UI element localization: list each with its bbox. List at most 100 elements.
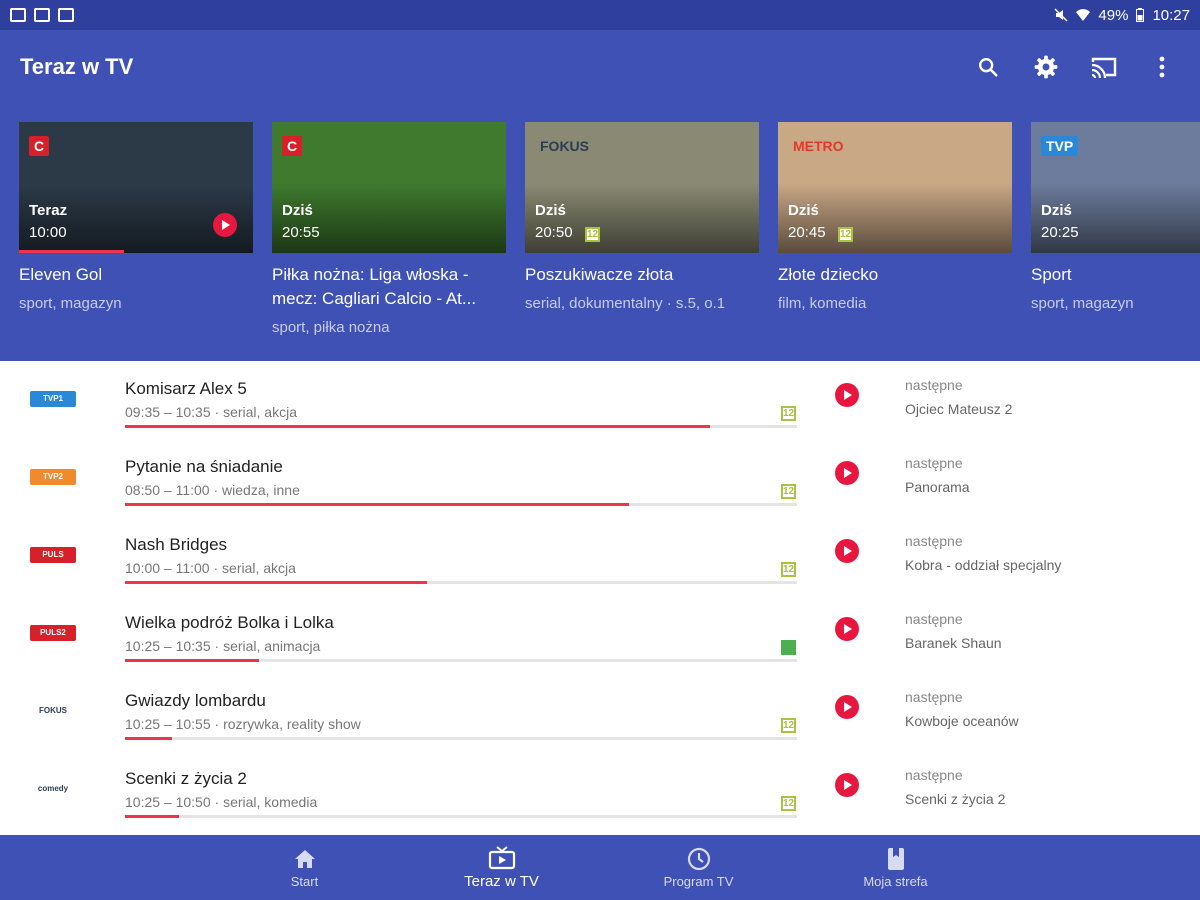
featured-card[interactable]: FOKUS Dziś 20:50 12 Poszukiwacze złota s… (525, 122, 759, 336)
featured-card-genre: sport, magazyn (19, 295, 122, 312)
program-row[interactable]: FOKUS Gwiazdy lombardu 10:25 – 10:55 · r… (0, 673, 1200, 751)
program-progress-track (125, 659, 797, 662)
program-title: Wielka podróż Bolka i Lolka (125, 613, 334, 632)
page-title: Teraz w TV (20, 54, 134, 79)
air-day-label: Dziś (282, 202, 313, 219)
program-time-genre: 10:25 – 10:35 · serial, animacja (125, 638, 321, 654)
system-status: 49% 10:27 (1054, 7, 1190, 24)
nav-item-home[interactable]: Start (206, 835, 403, 900)
featured-card-genre: sport, piłka nożna (272, 319, 390, 336)
play-icon (844, 624, 852, 634)
featured-card[interactable]: C Teraz 10:00 Eleven Gol sport, magazyn (19, 122, 253, 336)
program-list[interactable]: TVP1 Komisarz Alex 5 09:35 – 10:35 · ser… (0, 361, 1200, 835)
featured-card[interactable]: METRO Dziś 20:45 12 Złote dziecko film, … (778, 122, 1012, 336)
progress-bar (19, 250, 125, 253)
age-rating-badge (781, 640, 796, 655)
age-rating-badge: 12 (838, 227, 853, 242)
next-program-title: Panorama (905, 479, 970, 495)
program-title: Nash Bridges (125, 535, 228, 554)
channel-logo: C (29, 136, 50, 156)
program-row[interactable]: comedy Scenki z życia 2 10:25 – 10:50 · … (0, 751, 1200, 829)
program-progress-fill (125, 425, 710, 428)
app-bar-actions (970, 49, 1180, 85)
nav-item-label: Start (290, 874, 319, 889)
play-button[interactable] (835, 617, 859, 641)
featured-card-title: Złote dziecko (778, 265, 879, 284)
program-progress-track (125, 815, 797, 818)
battery-icon (1136, 8, 1145, 22)
featured-card-title: Poszukiwacze złota (525, 265, 674, 284)
program-progress-track (125, 581, 797, 584)
wifi-icon (1076, 8, 1091, 22)
program-progress-fill (125, 659, 260, 662)
nav-item-tv[interactable]: Teraz w TV (403, 835, 600, 900)
program-time-genre: 10:25 – 10:55 · rozrywka, reality show (125, 716, 361, 732)
featured-card[interactable]: TVP Dziś 20:25 Sport sport, magazyn (1031, 122, 1200, 336)
next-program-title: Kobra - oddział specjalny (905, 557, 1062, 573)
next-label: następne (905, 377, 963, 393)
next-label: następne (905, 689, 963, 705)
next-label: następne (905, 611, 963, 627)
play-button[interactable] (213, 213, 237, 237)
play-button[interactable] (835, 539, 859, 563)
play-icon (222, 220, 230, 230)
play-button[interactable] (835, 461, 859, 485)
air-day-label: Dziś (535, 202, 566, 219)
featured-card-genre: sport, magazyn (1031, 295, 1134, 312)
program-time-genre: 09:35 – 10:35 · serial, akcja (125, 404, 297, 420)
program-progress-fill (125, 737, 173, 740)
age-rating-badge: 12 (781, 796, 796, 811)
play-button[interactable] (835, 695, 859, 719)
air-time: 20:25 (1041, 224, 1079, 241)
play-icon (844, 780, 852, 790)
program-row[interactable]: PULS2 Wielka podróż Bolka i Lolka 10:25 … (0, 595, 1200, 673)
overflow-menu-button[interactable] (1144, 49, 1180, 85)
featured-card-genre: film, komedia (778, 295, 867, 312)
program-row[interactable]: PULS Nash Bridges 10:00 – 11:00 · serial… (0, 517, 1200, 595)
battery-level: 49% (1098, 6, 1129, 24)
app-bar: Teraz w TV (0, 30, 1200, 104)
featured-carousel[interactable]: C Teraz 10:00 Eleven Gol sport, magazyn … (0, 104, 1200, 361)
settings-button[interactable] (1028, 49, 1064, 85)
cast-icon (1091, 57, 1117, 79)
program-row[interactable]: TVP2 Pytanie na śniadanie 08:50 – 11:00 … (0, 439, 1200, 517)
home-icon (294, 846, 316, 872)
featured-card-thumbnail: METRO Dziś 20:45 12 (778, 122, 1012, 253)
play-button[interactable] (835, 773, 859, 797)
gear-icon (1034, 55, 1058, 79)
image-icon (58, 8, 74, 22)
nav-item-bookmark[interactable]: Moja strefa (797, 835, 994, 900)
program-title: Gwiazdy lombardu (125, 691, 266, 710)
program-progress-fill (125, 503, 629, 506)
age-rating-badge: 12 (781, 484, 796, 499)
next-program-title: Scenki z życia 2 (905, 791, 1006, 807)
search-button[interactable] (970, 49, 1006, 85)
play-button[interactable] (835, 383, 859, 407)
status-bar: 49% 10:27 (0, 0, 1200, 30)
program-title: Scenki z życia 2 (125, 769, 247, 788)
next-program-title: Ojciec Mateusz 2 (905, 401, 1013, 417)
program-progress-fill (125, 815, 179, 818)
air-time: 20:45 (788, 224, 826, 241)
channel-logo: FOKUS (540, 138, 589, 154)
more-vertical-icon (1159, 56, 1165, 78)
next-label: następne (905, 533, 963, 549)
channel-logo: comedy (30, 781, 76, 797)
featured-card-thumbnail: FOKUS Dziś 20:50 12 (525, 122, 759, 253)
nav-item-clock[interactable]: Program TV (600, 835, 797, 900)
program-row[interactable]: TVP1 Komisarz Alex 5 09:35 – 10:35 · ser… (0, 361, 1200, 439)
channel-logo: TVP (1041, 136, 1079, 156)
next-label: następne (905, 767, 963, 783)
air-day-label: Dziś (788, 202, 819, 219)
featured-card[interactable]: C Dziś 20:55 Piłka nożna: Liga włoska - … (272, 122, 506, 336)
air-time: 10:00 (29, 224, 67, 241)
cast-button[interactable] (1086, 49, 1122, 85)
channel-logo: FOKUS (30, 703, 76, 719)
nav-item-label: Program TV (663, 874, 734, 889)
channel-logo: PULS2 (30, 625, 76, 641)
program-time-genre: 10:00 – 11:00 · serial, akcja (125, 560, 296, 576)
program-title: Pytanie na śniadanie (125, 457, 283, 476)
channel-logo: TVP1 (30, 391, 76, 407)
nav-item-label: Teraz w TV (464, 873, 539, 890)
play-icon (844, 702, 852, 712)
